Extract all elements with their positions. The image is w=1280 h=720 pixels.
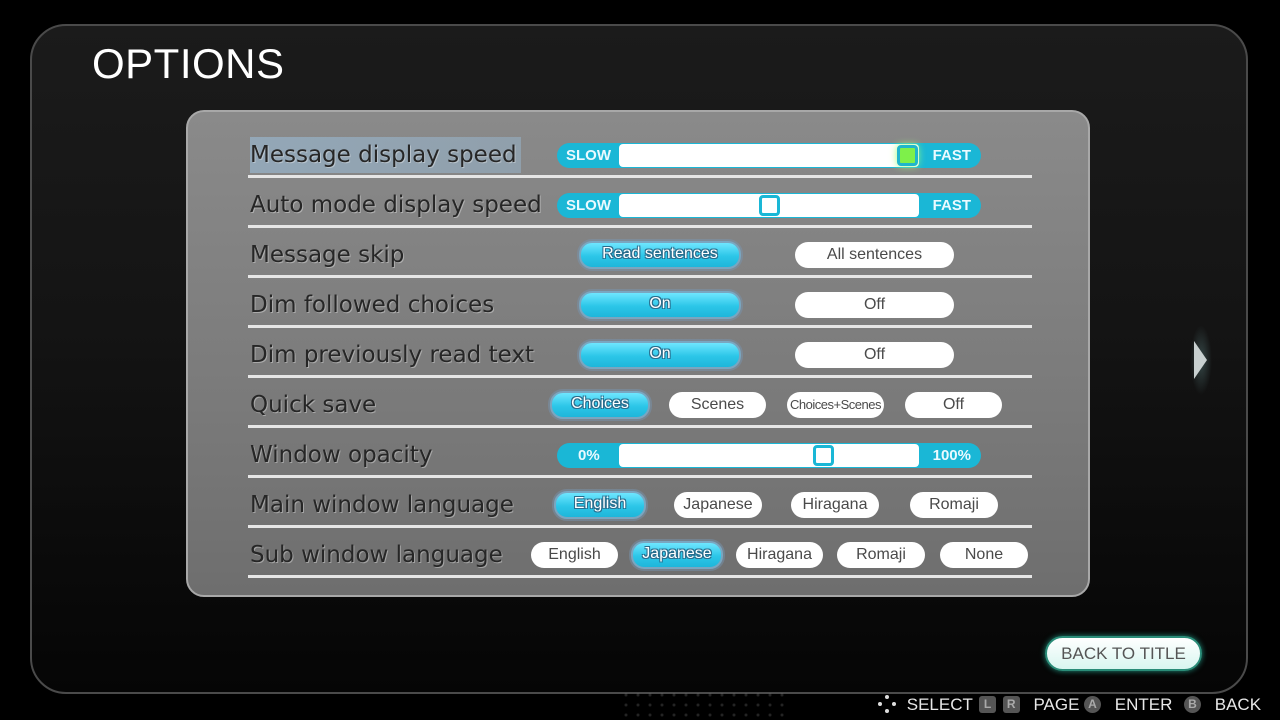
slider-knob[interactable]	[813, 445, 834, 466]
message-speed-label: Message display speed	[250, 137, 521, 173]
quick-save-option[interactable]: Scenes	[669, 392, 766, 418]
message-speed-slider[interactable]: SLOW FAST	[557, 143, 981, 168]
window-opacity-slider[interactable]: 0% 100%	[557, 443, 981, 468]
sub-language-option[interactable]: English	[531, 542, 618, 568]
slider-min-label: 0%	[578, 447, 600, 464]
main-language-label: Main window language	[250, 492, 514, 518]
row-message-skip: Message skip Read sentences All sentence…	[248, 228, 1032, 278]
auto-speed-label: Auto mode display speed	[250, 192, 542, 218]
message-skip-option[interactable]: All sentences	[795, 242, 954, 268]
decorative-pattern	[620, 690, 790, 720]
message-skip-option[interactable]: Read sentences	[579, 241, 741, 269]
dim-choices-option[interactable]: Off	[795, 292, 954, 318]
row-quick-save: Quick save Choices Scenes Choices+Scenes…	[248, 378, 1032, 428]
auto-speed-slider[interactable]: SLOW FAST	[557, 193, 981, 218]
slider-track[interactable]	[619, 444, 919, 467]
row-dim-read-text: Dim previously read text On Off	[248, 328, 1032, 378]
row-dim-choices: Dim followed choices On Off	[248, 278, 1032, 328]
slider-track[interactable]	[619, 144, 919, 167]
row-message-speed: Message display speed SLOW FAST	[248, 128, 1032, 178]
quick-save-option[interactable]: Off	[905, 392, 1002, 418]
hint-select-label: SELECT	[906, 695, 973, 714]
slider-min-label: SLOW	[566, 197, 611, 214]
slider-track[interactable]	[619, 194, 919, 217]
hint-back-label: BACK	[1214, 695, 1262, 714]
hint-enter: A ENTER	[1084, 693, 1172, 717]
hint-enter-label: ENTER	[1114, 695, 1173, 714]
sub-language-option[interactable]: Romaji	[837, 542, 925, 568]
slider-max-label: FAST	[932, 197, 971, 214]
sub-language-option[interactable]: None	[940, 542, 1028, 568]
main-language-option[interactable]: Romaji	[910, 492, 998, 518]
row-window-opacity: Window opacity 0% 100%	[248, 428, 1032, 478]
hint-page-label: PAGE	[1033, 695, 1080, 714]
r-button-icon: R	[1002, 695, 1020, 713]
dim-read-text-option[interactable]: Off	[795, 342, 954, 368]
page-title: OPTIONS	[92, 40, 285, 87]
b-button-icon: B	[1184, 695, 1201, 713]
a-button-icon: A	[1084, 695, 1101, 713]
dim-choices-label: Dim followed choices	[250, 292, 495, 318]
slider-knob[interactable]	[759, 195, 780, 216]
dim-read-text-label: Dim previously read text	[250, 342, 534, 368]
slider-knob[interactable]	[897, 145, 918, 166]
row-sub-language: Sub window language English Japanese Hir…	[248, 528, 1032, 578]
slider-max-label: 100%	[932, 447, 971, 464]
hint-select: SELECT	[878, 693, 973, 717]
hint-page: L R PAGE	[979, 693, 1079, 717]
hint-back: B BACK	[1184, 693, 1261, 717]
quick-save-option[interactable]: Choices	[550, 391, 650, 419]
l-button-icon: L	[979, 695, 996, 713]
main-language-option[interactable]: Hiragana	[791, 492, 879, 518]
sub-language-option[interactable]: Japanese	[631, 541, 723, 569]
window-opacity-label: Window opacity	[250, 442, 433, 468]
main-language-option[interactable]: Japanese	[674, 492, 762, 518]
slider-min-label: SLOW	[566, 147, 611, 164]
quick-save-option[interactable]: Choices+Scenes	[787, 392, 884, 418]
sub-language-label: Sub window language	[250, 542, 503, 568]
row-main-language: Main window language English Japanese Hi…	[248, 478, 1032, 528]
main-language-option[interactable]: English	[554, 491, 646, 519]
dpad-icon	[878, 695, 896, 714]
back-to-title-button[interactable]: BACK TO TITLE	[1045, 636, 1202, 671]
quick-save-label: Quick save	[250, 392, 377, 418]
dim-read-text-option[interactable]: On	[579, 341, 741, 369]
chevron-right-icon[interactable]	[1190, 325, 1212, 395]
sub-language-option[interactable]: Hiragana	[736, 542, 823, 568]
dim-choices-option[interactable]: On	[579, 291, 741, 319]
slider-max-label: FAST	[932, 147, 971, 164]
message-skip-label: Message skip	[250, 242, 405, 268]
row-auto-speed: Auto mode display speed SLOW FAST	[248, 178, 1032, 228]
